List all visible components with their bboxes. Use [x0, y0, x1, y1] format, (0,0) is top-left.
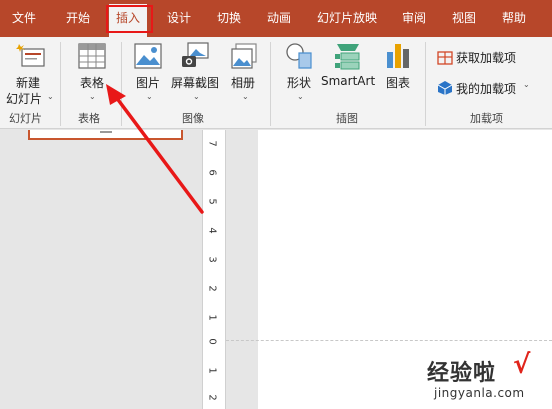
watermark-url: jingyanla.com — [434, 386, 525, 400]
watermark-check-icon: √ — [513, 350, 531, 380]
watermark-text: 经验啦 — [427, 361, 497, 386]
annotation-arrow — [106, 84, 204, 214]
